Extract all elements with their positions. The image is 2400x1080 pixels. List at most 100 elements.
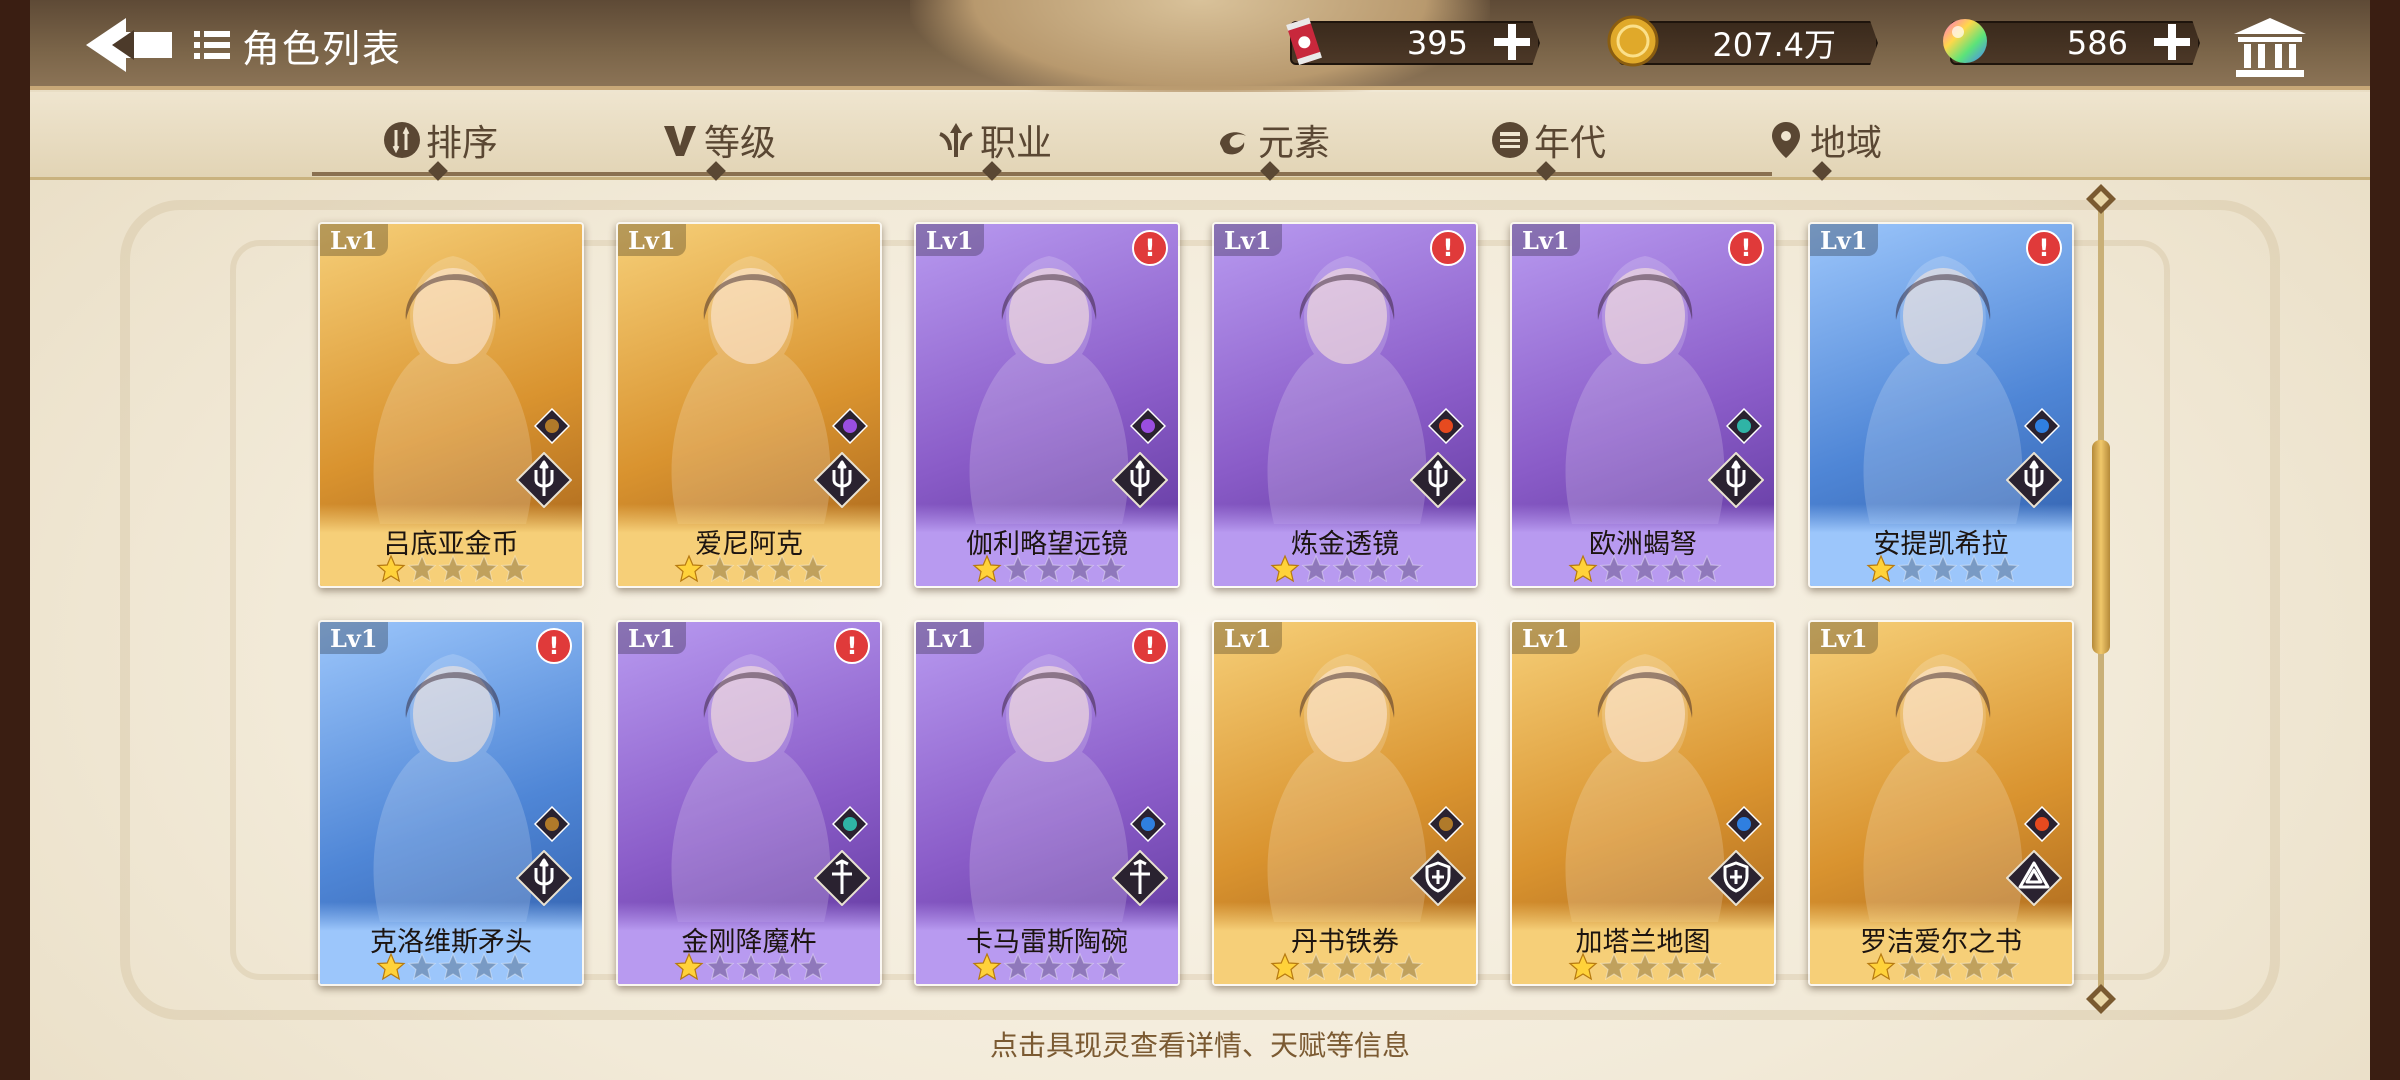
gold-coin-icon [1607, 15, 1659, 67]
resource-gold: 207.4万 [1607, 15, 1878, 68]
scrollbar-bottom-ornament [2086, 984, 2116, 1014]
star-empty-icon [1034, 952, 1064, 981]
level-badge: Lv1 [916, 224, 984, 256]
alert-badge-icon: ! [834, 628, 870, 664]
star-empty-icon [1990, 952, 2020, 981]
level-badge: Lv1 [618, 224, 686, 256]
thunder-element-icon [1130, 408, 1166, 444]
museum-icon[interactable] [2232, 16, 2308, 80]
tab-label: 职业 [980, 123, 1053, 164]
character-card[interactable]: Lv1! 安提凯希拉 [1808, 222, 2074, 588]
star-empty-icon [798, 952, 828, 981]
star-empty-icon [1003, 554, 1033, 583]
star-empty-icon [705, 952, 735, 981]
character-card[interactable]: Lv1 爱尼阿克 [616, 222, 882, 588]
shield-class-icon [1708, 850, 1764, 906]
tab-era[interactable]: 年代 [1490, 112, 1606, 168]
back-arrow-icon [86, 18, 172, 72]
star-empty-icon [438, 952, 468, 981]
add-orb-button[interactable] [2150, 20, 2194, 64]
tab-class[interactable]: 职业 [936, 112, 1052, 168]
star-empty-icon [1065, 952, 1095, 981]
star-empty-icon [767, 952, 797, 981]
alert-badge-icon: ! [1728, 230, 1764, 266]
star-empty-icon [1692, 554, 1722, 583]
star-empty-icon [1661, 554, 1691, 583]
water-element-icon [1726, 806, 1762, 842]
star-rating [972, 952, 1126, 982]
character-card[interactable]: Lv1! 克洛维斯矛头 [318, 620, 584, 986]
character-card[interactable]: Lv1 罗洁爱尔之书 [1808, 620, 2074, 986]
scrollbar-thumb[interactable] [2092, 440, 2110, 654]
star-empty-icon [705, 554, 735, 583]
star-empty-icon [1065, 554, 1095, 583]
character-card[interactable]: Lv1! 伽利略望远镜 [914, 222, 1180, 588]
star-empty-icon [469, 554, 499, 583]
alert-badge-icon: ! [1430, 230, 1466, 266]
star-rating [1568, 952, 1722, 982]
star-empty-icon [407, 554, 437, 583]
resource-value: 395 [1406, 24, 1468, 62]
character-card[interactable]: Lv1! 炼金透镜 [1212, 222, 1478, 588]
resource-soda: 395 [1286, 17, 1540, 68]
star-empty-icon [1897, 554, 1927, 583]
water-element-icon [1130, 806, 1166, 842]
level-badge: Lv1 [1512, 224, 1580, 256]
footer-hint: 点击具现灵查看详情、天赋等信息 [989, 1029, 1410, 1062]
star-empty-icon [1034, 554, 1064, 583]
star-filled-icon [1866, 952, 1896, 981]
alert-badge-icon: ! [536, 628, 572, 664]
level-badge: Lv1 [916, 622, 984, 654]
star-rating [1270, 952, 1424, 982]
trident-class-icon [2006, 452, 2062, 508]
tab-level[interactable]: 等级 [660, 112, 776, 168]
star-rating [376, 952, 530, 982]
back-button[interactable] [82, 14, 178, 76]
trident-class-icon [814, 452, 870, 508]
region-icon [1772, 122, 1800, 158]
star-empty-icon [1928, 952, 1958, 981]
era-icon [1492, 122, 1528, 158]
star-empty-icon [1363, 554, 1393, 583]
character-card[interactable]: Lv1! 欧洲蝎弩 [1510, 222, 1776, 588]
level-badge: Lv1 [1810, 224, 1878, 256]
level-badge: Lv1 [1512, 622, 1580, 654]
level-badge: Lv1 [618, 622, 686, 654]
character-card[interactable]: Lv1 加塔兰地图 [1510, 620, 1776, 986]
triangle-class-icon [2006, 850, 2062, 906]
character-card[interactable]: Lv1! 金刚降魔杵 [616, 620, 882, 986]
star-empty-icon [1003, 952, 1033, 981]
soda-can-icon [1286, 17, 1322, 65]
wind-element-icon [832, 806, 868, 842]
earth-element-icon [1428, 806, 1464, 842]
character-card[interactable]: Lv1 吕底亚金币 [318, 222, 584, 588]
level-badge: Lv1 [320, 224, 388, 256]
tab-label: 等级 [704, 123, 777, 164]
level-badge: Lv1 [1810, 622, 1878, 654]
star-rating [1568, 554, 1722, 584]
element-icon [1220, 132, 1246, 155]
star-empty-icon [767, 554, 797, 583]
cross-class-icon [1112, 850, 1168, 906]
character-card[interactable]: Lv1 丹书铁券 [1212, 620, 1478, 986]
star-empty-icon [1630, 952, 1660, 981]
star-empty-icon [1661, 952, 1691, 981]
tab-label: 地域 [1810, 123, 1883, 164]
star-rating [1866, 952, 2020, 982]
trident-class-icon [516, 850, 572, 906]
earth-element-icon [534, 806, 570, 842]
add-soda-button[interactable] [1490, 20, 1534, 64]
tab-region[interactable]: 地域 [1766, 112, 1882, 168]
fire-element-icon [2024, 806, 2060, 842]
tab-sort[interactable]: 排序 [382, 112, 498, 168]
tab-element[interactable]: 元素 [1214, 112, 1330, 168]
star-filled-icon [674, 554, 704, 583]
cross-class-icon [814, 850, 870, 906]
star-empty-icon [736, 554, 766, 583]
star-empty-icon [438, 554, 468, 583]
resource-orb: 586 [1943, 18, 2200, 68]
level-badge: Lv1 [320, 622, 388, 654]
character-card[interactable]: Lv1! 卡马雷斯陶碗 [914, 620, 1180, 986]
star-empty-icon [1363, 952, 1393, 981]
fire-element-icon [1428, 408, 1464, 444]
